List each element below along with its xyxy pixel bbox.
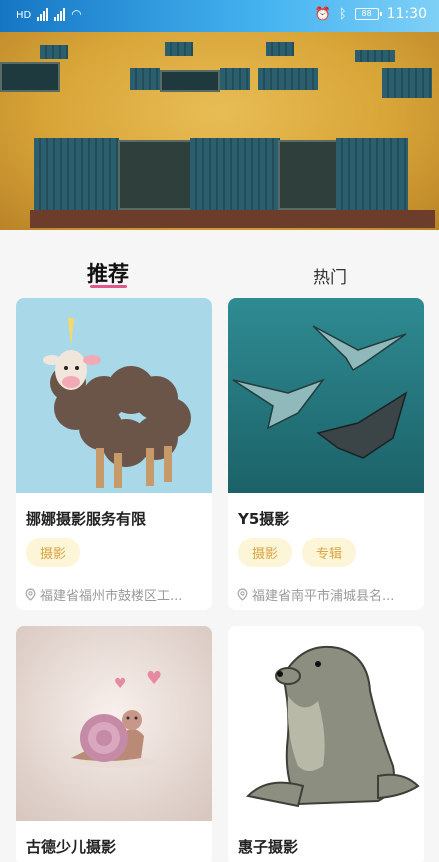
shutter — [266, 42, 294, 56]
seal-illustration — [228, 626, 424, 821]
card-title: 古德少儿摄影 — [26, 838, 117, 856]
tab-recommended[interactable]: 推荐 — [87, 258, 129, 288]
tab-popular[interactable]: 热门 — [313, 263, 347, 288]
svg-text:♥: ♥ — [146, 668, 162, 689]
card-title: 挪娜摄影服务有限 — [26, 510, 147, 528]
shutter — [130, 68, 160, 90]
balcony-ledge — [30, 210, 435, 228]
shutter — [190, 138, 280, 212]
sheep-illustration — [16, 298, 212, 493]
studio-card[interactable]: 惠子摄影 — [228, 626, 424, 862]
network-label: HD — [16, 10, 32, 21]
shutter — [165, 42, 193, 56]
shutter — [355, 50, 395, 62]
address-text: 福建省南平市浦城县名... — [252, 589, 395, 604]
window — [118, 140, 193, 210]
card-address: 福建省南平市浦城县名... — [236, 585, 394, 604]
tag: 专辑 — [302, 538, 357, 567]
card-address: 福建省福州市鼓楼区工... — [24, 585, 182, 604]
shutter — [336, 138, 408, 210]
hero-banner[interactable]: HD ◠ ⏰ ᛒ 88 11:30 — [0, 0, 439, 230]
svg-text:♥: ♥ — [114, 676, 127, 692]
shutter — [382, 68, 432, 98]
tag: 摄影 — [26, 538, 81, 567]
wifi-icon: ◠ — [71, 7, 82, 21]
shutter — [34, 138, 119, 210]
signal-icon — [37, 7, 49, 21]
status-bar: HD ◠ ⏰ ᛒ 88 11:30 — [0, 0, 439, 30]
tab-bar: 推荐 热门 — [0, 230, 439, 298]
card-title: 惠子摄影 — [238, 838, 299, 856]
window — [160, 70, 220, 92]
card-tags: 摄影 专辑 — [238, 538, 357, 567]
alarm-icon: ⏰ — [314, 6, 331, 22]
tag: 摄影 — [238, 538, 293, 567]
address-text: 福建省福州市鼓楼区工... — [40, 589, 183, 604]
shutter — [258, 68, 318, 90]
window — [0, 62, 60, 92]
location-pin-icon — [237, 588, 248, 601]
studio-card[interactable]: ♥ ♥ 古德少儿摄影 — [16, 626, 212, 862]
studio-card[interactable]: Y5摄影 摄影 专辑 福建省南平市浦城县名... — [228, 298, 424, 610]
signal-2-icon — [54, 7, 66, 21]
content-sheet: 推荐 热门 挪娜摄影服务有限 摄影 福建省福州市鼓楼区工... Y5摄影 摄影 … — [0, 230, 439, 862]
location-pin-icon — [25, 588, 36, 601]
studio-card[interactable]: 挪娜摄影服务有限 摄影 福建省福州市鼓楼区工... — [16, 298, 212, 610]
bluetooth-icon: ᛒ — [338, 6, 347, 22]
clock: 11:30 — [386, 6, 427, 22]
shutter — [40, 45, 68, 59]
card-tags: 摄影 — [26, 538, 81, 567]
window — [278, 140, 338, 210]
battery-icon: 88 — [354, 8, 382, 20]
card-title: Y5摄影 — [238, 510, 290, 528]
snail-illustration: ♥ ♥ — [16, 626, 212, 821]
tab-active-indicator — [90, 285, 127, 288]
manta-rays-illustration — [228, 298, 424, 493]
shutter — [220, 68, 250, 90]
